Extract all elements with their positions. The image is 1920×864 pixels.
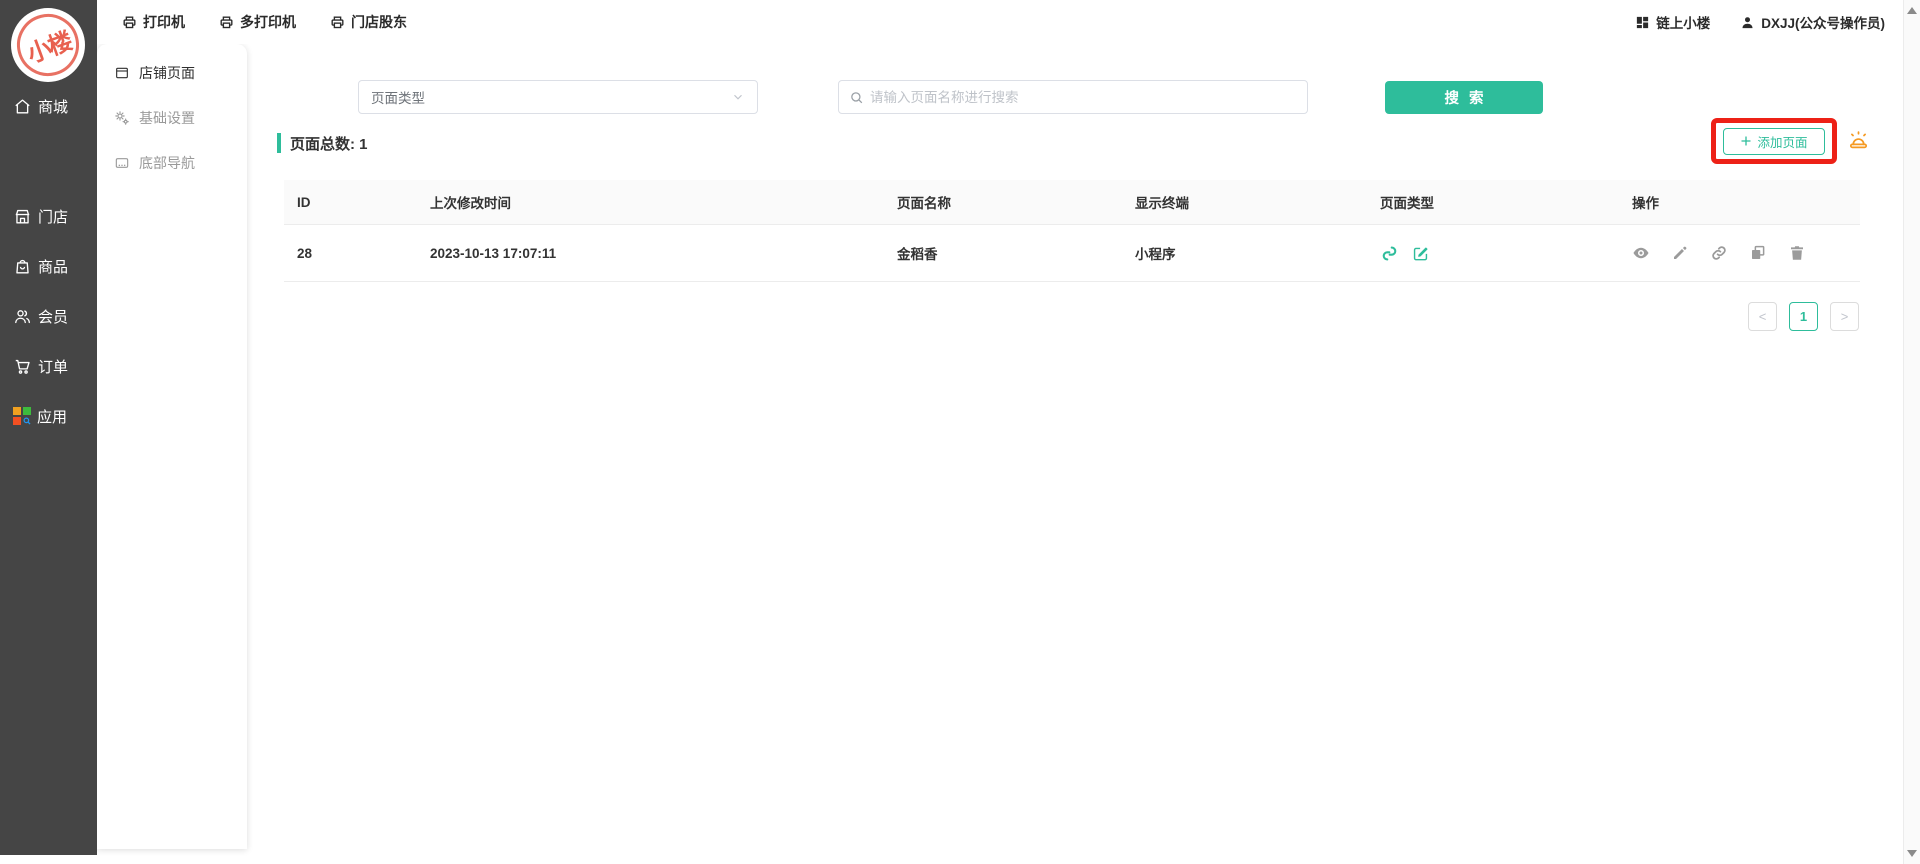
chevron-down-icon	[731, 90, 745, 104]
col-header-id: ID	[297, 195, 430, 210]
logo-text: 小楼	[21, 21, 74, 69]
topnav-item-label: 打印机	[143, 12, 185, 32]
sidebar-item-apps[interactable]: 应用	[0, 403, 97, 429]
home-icon	[13, 97, 32, 116]
topnav-item-label: 多打印机	[240, 12, 296, 32]
col-header-page-type: 页面类型	[1380, 192, 1632, 212]
trash-icon[interactable]	[1788, 244, 1806, 262]
shopping-bag-icon	[13, 257, 32, 276]
col-header-name: 页面名称	[897, 192, 1135, 212]
topnav-item-multi-printer[interactable]: 多打印机	[219, 12, 296, 32]
annotation-highlight-box: 添加页面	[1711, 118, 1837, 164]
pagination-prev-button[interactable]: <	[1748, 302, 1777, 331]
search-icon	[849, 90, 864, 105]
plus-icon	[1740, 135, 1752, 147]
scroll-down-arrow-icon[interactable]	[1907, 850, 1917, 857]
vertical-scrollbar[interactable]	[1903, 0, 1920, 864]
pages-table: ID 上次修改时间 页面名称 显示终端 页面类型 操作 28 2023-10-1…	[284, 180, 1860, 282]
page-type-select[interactable]: 页面类型	[358, 80, 758, 114]
page-type-select-value: 页面类型	[371, 87, 425, 107]
search-input[interactable]	[870, 90, 1297, 105]
storefront-icon	[13, 207, 32, 226]
user-menu[interactable]: DXJJ(公众号操作员)	[1740, 12, 1885, 32]
user-name: DXJJ(公众号操作员)	[1761, 12, 1885, 32]
miniprogram-link-icon[interactable]	[1380, 244, 1399, 263]
sidebar-item-goods[interactable]: 商品	[0, 253, 97, 279]
printer-icon	[219, 15, 234, 30]
brand-logo[interactable]: 小楼	[11, 8, 85, 82]
top-nav-right: 链上小楼 DXJJ(公众号操作员)	[1635, 0, 1885, 44]
accent-bar	[277, 133, 281, 153]
view-eye-icon[interactable]	[1632, 244, 1650, 262]
gears-icon	[114, 110, 130, 126]
cell-terminal: 小程序	[1135, 243, 1380, 263]
sidebar-item-label: 会员	[38, 306, 68, 327]
bottom-bar-icon	[114, 155, 130, 171]
topnav-item-store-shareholder[interactable]: 门店股东	[330, 12, 407, 32]
logo-ring: 小楼	[10, 7, 85, 82]
submenu-item-label: 底部导航	[139, 153, 195, 173]
submenu-item-label: 店铺页面	[139, 63, 195, 83]
store-switcher[interactable]: 链上小楼	[1635, 12, 1710, 32]
cell-page-type	[1380, 244, 1632, 263]
submenu-item-label: 基础设置	[139, 108, 195, 128]
page-total-text: 页面总数: 1	[290, 133, 368, 154]
top-nav-left: 打印机 多打印机 门店股东	[97, 12, 407, 32]
store-name: 链上小楼	[1656, 12, 1710, 32]
pagination-next-button[interactable]: >	[1830, 302, 1859, 331]
sidebar-item-label: 商品	[38, 256, 68, 277]
edit-square-icon[interactable]	[1411, 244, 1430, 263]
edit-pencil-icon[interactable]	[1671, 244, 1689, 262]
topnav-item-printer[interactable]: 打印机	[122, 12, 185, 32]
table-row: 28 2023-10-13 17:07:11 金稻香 小程序	[284, 225, 1860, 282]
sidebar-item-store[interactable]: 门店	[0, 203, 97, 229]
cell-actions	[1632, 244, 1847, 262]
pagination-page-1[interactable]: 1	[1789, 302, 1818, 331]
copy-icon[interactable]	[1749, 244, 1767, 262]
pagination: < 1 >	[1748, 302, 1859, 331]
cart-icon	[13, 357, 32, 376]
app-sidebar: 小楼 商城 门店 商品 会员 订单 应用	[0, 0, 97, 855]
sidebar-item-label: 订单	[38, 356, 68, 377]
cell-modified: 2023-10-13 17:07:11	[430, 246, 897, 261]
search-button[interactable]: 搜索	[1385, 81, 1543, 114]
add-page-label: 添加页面	[1757, 132, 1807, 151]
col-header-modified: 上次修改时间	[430, 192, 897, 212]
topnav-item-label: 门店股东	[351, 12, 407, 32]
sidebar-item-orders[interactable]: 订单	[0, 353, 97, 379]
page-total-summary: 页面总数: 1	[277, 132, 368, 154]
col-header-actions: 操作	[1632, 192, 1847, 212]
sidebar-item-members[interactable]: 会员	[0, 303, 97, 329]
top-nav: 打印机 多打印机 门店股东 链上小楼 DXJJ(公众号操作员)	[97, 0, 1903, 44]
page-name-search	[838, 80, 1308, 114]
table-header-row: ID 上次修改时间 页面名称 显示终端 页面类型 操作	[284, 180, 1860, 225]
sidebar-item-label: 门店	[38, 206, 68, 227]
link-icon[interactable]	[1710, 244, 1728, 262]
browser-window-icon	[114, 65, 130, 81]
submenu-panel: 店铺页面 基础设置 底部导航	[97, 44, 247, 849]
submenu-item-bottom-nav[interactable]: 底部导航	[97, 148, 247, 178]
cell-name: 金稻香	[897, 243, 1135, 263]
cell-id: 28	[297, 246, 430, 261]
add-page-button[interactable]: 添加页面	[1723, 128, 1825, 155]
sidebar-item-mall[interactable]: 商城	[0, 93, 97, 119]
main-content: 页面类型 搜索 页面总数: 1 添加页面 ID 上次修改时间 页面名称 显示终端…	[247, 44, 1903, 864]
user-icon	[1740, 15, 1755, 30]
users-icon	[13, 307, 32, 326]
printer-icon	[330, 15, 345, 30]
col-header-terminal: 显示终端	[1135, 192, 1380, 212]
grid-icon	[1635, 15, 1650, 30]
scroll-up-arrow-icon[interactable]	[1907, 7, 1917, 14]
submenu-item-basic-settings[interactable]: 基础设置	[97, 103, 247, 133]
printer-icon	[122, 15, 137, 30]
submenu-item-shop-pages[interactable]: 店铺页面	[97, 58, 247, 88]
sidebar-item-label: 商城	[38, 96, 68, 117]
apps-colored-icon	[13, 407, 31, 425]
sidebar-item-label: 应用	[37, 406, 67, 427]
alarm-icon[interactable]	[1847, 129, 1870, 152]
